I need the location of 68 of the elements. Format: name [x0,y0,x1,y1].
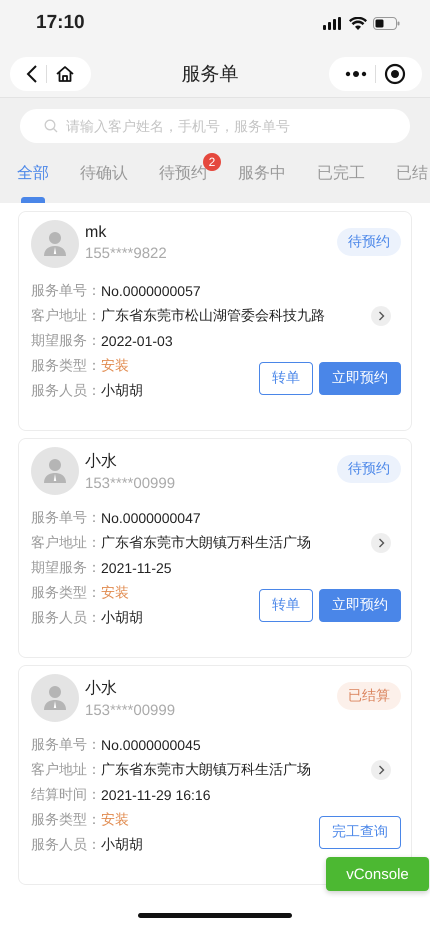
customer-name: 小水 [85,452,118,472]
tab[interactable]: 服务中 [238,163,286,187]
field-value: 小胡胡 [101,608,143,626]
field-value: 2021-11-29 16:16 [101,786,210,802]
status-tag: 待预约 [337,228,401,256]
field-value: 广东省东莞市大朗镇万科生活广场 [101,534,311,552]
back-icon [26,64,38,84]
field-label: 客户地址： [31,760,101,778]
field-value: 2021-11-25 [101,560,172,576]
target-icon [384,62,406,84]
field-label: 客户地址： [31,534,101,552]
action-button[interactable]: 完工查询 [319,816,401,848]
field-label: 服务人员： [31,382,101,400]
action-button[interactable]: 转单 [259,362,313,394]
wifi-icon [349,16,367,30]
page-title: 服务单 [182,62,238,86]
field-value: 广东省东莞市大朗镇万科生活广场 [101,760,311,778]
tab[interactable]: 待确认 [80,163,128,187]
customer-phone: 153****00999 [85,475,176,492]
battery-icon [373,16,400,30]
field-value: 广东省东莞市松山湖管委会科技九路 [101,306,325,324]
field-label: 服务类型： [31,356,101,374]
vconsole-button[interactable]: vConsole [326,857,429,891]
field-label: 服务人员： [31,836,101,854]
field-label: 服务单号： [31,736,101,754]
field-value: 安装 [101,584,129,602]
field-value: No.0000000057 [101,282,201,298]
status-time: 17:10 [36,12,85,34]
customer-name: mk [85,224,108,242]
action-button[interactable]: 转单 [259,588,313,622]
avatar-icon [31,447,79,495]
action-button[interactable]: 立即预约 [319,362,401,394]
field-value: 小胡胡 [101,836,143,854]
avatar-icon [31,674,79,722]
field-label: 服务人员： [31,608,101,626]
customer-name: 小水 [85,678,118,699]
field-label: 期望服务： [31,332,101,350]
field-value: 2022-01-03 [101,332,173,348]
field-label: 服务类型： [31,810,101,828]
field-label: 服务单号： [31,508,101,526]
tab[interactable]: 已完工 [317,163,365,187]
chevron-right-icon[interactable] [371,760,391,780]
status-tag: 已结算 [337,682,401,710]
field-value: 安装 [101,810,129,828]
chevron-right-icon[interactable] [371,532,391,552]
avatar-icon [31,220,79,268]
field-value: No.0000000045 [101,736,201,752]
status-tag: 待预约 [337,455,401,483]
tab[interactable]: 已结 [396,163,428,187]
tab[interactable]: 全部 [17,163,49,187]
search-field[interactable]: 请输入客户姓名，手机号，服务单号 [20,109,410,143]
field-value: 安装 [101,356,129,374]
customer-phone: 153****00999 [85,702,176,719]
action-button[interactable]: 立即预约 [319,588,401,622]
field-value: 小胡胡 [101,382,143,400]
customer-phone: 155****9822 [85,245,168,262]
field-label: 结算时间： [31,786,101,804]
field-label: 服务类型： [31,584,101,602]
field-label: 期望服务： [31,558,101,576]
search-icon [44,119,58,133]
field-value: No.0000000047 [101,510,201,526]
home-icon [55,64,75,84]
chevron-right-icon[interactable] [371,306,391,326]
field-label: 服务单号： [31,282,101,300]
tab-indicator [21,197,45,203]
more-icon [345,70,367,78]
field-label: 客户地址： [31,306,101,324]
signal-icon [323,16,343,30]
